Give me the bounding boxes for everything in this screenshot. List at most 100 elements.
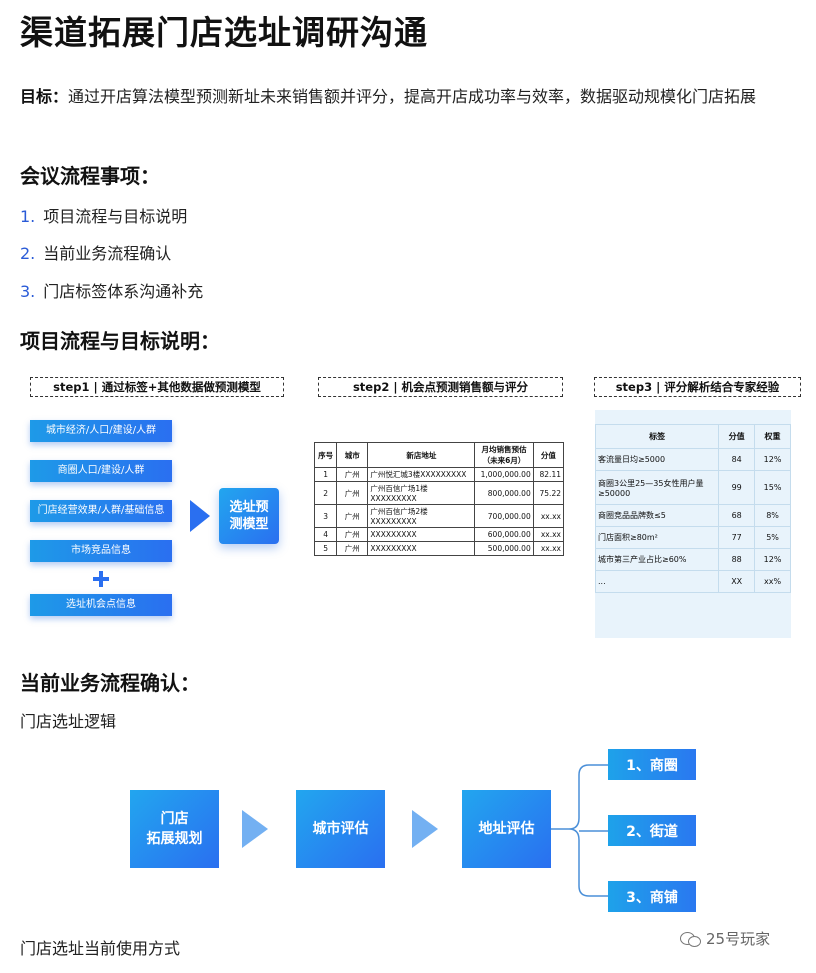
table-cell: 1: [313, 467, 338, 482]
input-box-business-district: 商圈人口/建设/人群: [30, 460, 172, 482]
prediction-model-box: 选址预 测模型: [219, 488, 279, 544]
table-cell: 500,000.00: [474, 541, 534, 556]
section2-heading: 当前业务流程确认：: [20, 671, 200, 695]
agenda-heading: 会议流程事项：: [20, 164, 160, 188]
table-cell: 77: [718, 526, 756, 549]
table-cell: 广州百信广场1楼 XXXXXXXXX: [367, 481, 476, 505]
step3-header: step3 | 评分解析结合专家经验: [594, 377, 801, 397]
table-row: 3 广州 广州百信广场2楼 XXXXXXXXX 700,000.00 xx.xx: [313, 504, 565, 528]
table-cell: ...: [594, 570, 720, 593]
table-cell: 68: [718, 504, 756, 527]
table-cell: 城市第三产业占比≥60%: [594, 548, 720, 571]
table-cell: XX: [718, 570, 756, 593]
agenda-item: 1. 项目流程与目标说明: [20, 203, 187, 227]
table-cell: 门店面积≥80m²: [594, 526, 720, 549]
prediction-table: 序号 城市 新店地址 月均销售预估 （未来6月） 分值 1 广州 广州悦汇城3楼XX…: [313, 442, 565, 556]
header-cell: 分值: [532, 442, 565, 468]
table-row: 商圈3公里25—35女性用户量≥50000 99 15%: [594, 470, 791, 505]
footer-subheading: 门店选址当前使用方式: [20, 939, 181, 958]
input-box-city: 城市经济/人口/建设/人群: [30, 420, 172, 442]
header-cell: 新店地址: [367, 442, 476, 468]
arrow-right-icon: [190, 500, 210, 532]
watermark: 25号玩家: [680, 928, 770, 949]
table-cell: 广州: [336, 504, 369, 528]
table-cell: 5: [313, 541, 338, 556]
table-cell: 12%: [754, 448, 791, 471]
table-cell: 12%: [754, 548, 791, 571]
table-row: 门店面积≥80m² 77 5%: [594, 526, 791, 549]
table-header-row: 标签 分值 权重: [594, 424, 791, 449]
table-row: ... XX xx%: [594, 570, 791, 593]
table-row: 4 广州 XXXXXXXXX 600,000.00 xx.xx: [313, 527, 565, 542]
table-cell: 75.22: [532, 481, 565, 505]
plus-icon: [92, 570, 110, 588]
input-box-competitor: 市场竞品信息: [30, 540, 172, 562]
table-cell: xx.xx: [532, 527, 565, 542]
table-cell: 广州: [336, 481, 369, 505]
chevron-right-icon: [242, 810, 268, 848]
table-row: 客流量日均≥5000 84 12%: [594, 448, 791, 471]
table-cell: 广州: [336, 467, 369, 482]
score-table: 标签 分值 权重 客流量日均≥5000 84 12% 商圈3公里25—35女性用户量≥…: [594, 424, 791, 593]
agenda-item: 3. 门店标签体系沟通补充: [20, 278, 203, 302]
table-cell: 广州: [336, 527, 369, 542]
table-cell: 88: [718, 548, 756, 571]
header-cell: 月均销售预估 （未来6月）: [474, 442, 534, 468]
section1-heading: 项目流程与目标说明：: [20, 329, 220, 353]
table-cell: xx%: [754, 570, 791, 593]
table-cell: 商圈竞品品牌数≤5: [594, 504, 720, 527]
agenda-number: 3.: [20, 282, 36, 301]
wechat-icon: [680, 930, 702, 948]
table-cell: 商圈3公里25—35女性用户量≥50000: [594, 470, 720, 505]
agenda-label: 门店标签体系沟通补充: [43, 282, 204, 301]
table-cell: 8%: [754, 504, 791, 527]
step1-header: step1 | 通过标签+其他数据做预测模型: [30, 377, 284, 397]
table-cell: 600,000.00: [474, 527, 534, 542]
table-cell: 3: [313, 504, 338, 528]
table-cell: 广州悦汇城3楼XXXXXXXXX: [367, 467, 476, 482]
page-title: 渠道拓展门店选址调研沟通: [20, 13, 428, 52]
table-cell: xx.xx: [532, 504, 565, 528]
goal-paragraph: 目标：通过开店算法模型预测新址未来销售额并评分，提高开店成功率与效率，数据驱动规…: [20, 82, 800, 111]
header-cell: 序号: [313, 442, 338, 468]
table-cell: 4: [313, 527, 338, 542]
table-cell: XXXXXXXXX: [367, 541, 476, 556]
table-cell: 客流量日均≥5000: [594, 448, 720, 471]
table-row: 2 广州 广州百信广场1楼 XXXXXXXXX 800,000.00 75.22: [313, 481, 565, 505]
table-cell: 800,000.00: [474, 481, 534, 505]
flow-box-city-evaluation: 城市评估: [296, 790, 385, 868]
watermark-text: 25号玩家: [706, 930, 771, 948]
table-cell: 15%: [754, 470, 791, 505]
chevron-right-icon: [412, 810, 438, 848]
flow-box-expansion-plan: 门店 拓展规划: [130, 790, 219, 868]
step2-header: step2 | 机会点预测销售额与评分: [318, 377, 563, 397]
input-box-store: 门店经营效果/人群/基础信息: [30, 500, 172, 522]
table-cell: 99: [718, 470, 756, 505]
flow-box-address-evaluation: 地址评估: [462, 790, 551, 868]
header-cell: 标签: [594, 424, 720, 449]
table-row: 商圈竞品品牌数≤5 68 8%: [594, 504, 791, 527]
goal-label: 目标：: [20, 87, 69, 106]
table-cell: 广州: [336, 541, 369, 556]
leaf-box-street: 2、街道: [608, 815, 696, 846]
header-cell: 城市: [336, 442, 369, 468]
agenda-item: 2. 当前业务流程确认: [20, 240, 171, 264]
agenda-number: 2.: [20, 244, 36, 263]
table-header-row: 序号 城市 新店地址 月均销售预估 （未来6月） 分值: [313, 442, 565, 468]
section2-subheading: 门店选址逻辑: [20, 712, 117, 731]
table-row: 5 广州 XXXXXXXXX 500,000.00 xx.xx: [313, 541, 565, 556]
leaf-box-business-district: 1、商圈: [608, 749, 696, 780]
table-cell: 1,000,000.00: [474, 467, 534, 482]
table-cell: xx.xx: [532, 541, 565, 556]
table-cell: 2: [313, 481, 338, 505]
table-cell: 84: [718, 448, 756, 471]
table-row: 城市第三产业占比≥60% 88 12%: [594, 548, 791, 571]
header-cell: 权重: [754, 424, 791, 449]
leaf-box-shop: 3、商铺: [608, 881, 696, 912]
goal-text: 通过开店算法模型预测新址未来销售额并评分，提高开店成功率与效率，数据驱动规模化门…: [68, 87, 757, 106]
header-cell: 分值: [718, 424, 756, 449]
agenda-number: 1.: [20, 207, 36, 226]
branch-connector: [551, 764, 608, 897]
table-cell: 广州百信广场2楼 XXXXXXXXX: [367, 504, 476, 528]
table-row: 1 广州 广州悦汇城3楼XXXXXXXXX 1,000,000.00 82.11: [313, 467, 565, 482]
